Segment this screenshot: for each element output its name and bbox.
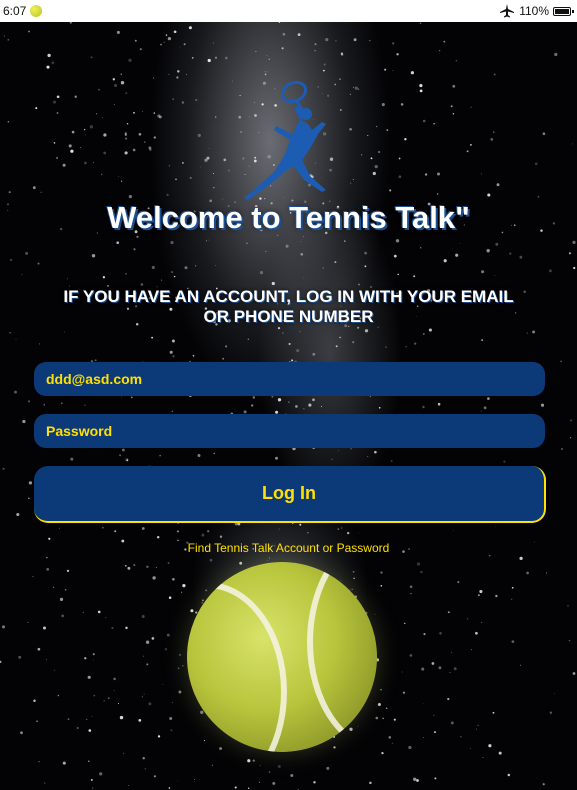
status-time: 6:07 (3, 4, 27, 18)
email-field[interactable]: ddd@asd.com (34, 362, 545, 396)
airplane-icon (500, 4, 515, 18)
tennis-ball-icon (30, 5, 43, 17)
status-bar: 6:07 110% (0, 0, 577, 22)
tennis-ball-image (187, 562, 377, 752)
battery-percent: 110% (519, 4, 549, 18)
battery-icon (553, 6, 574, 16)
login-instructions: If you have an account, log in with your… (63, 287, 514, 326)
password-field[interactable]: Password (34, 414, 545, 448)
login-button[interactable]: Log In (34, 466, 546, 523)
find-account-link[interactable]: Find Tennis Talk Account or Password (0, 541, 577, 555)
welcome-title: Welcome to Tennis Talk" (107, 200, 470, 235)
status-right: 110% (499, 4, 574, 18)
tennis-player-logo (244, 80, 326, 200)
status-left: 6:07 (3, 4, 43, 18)
